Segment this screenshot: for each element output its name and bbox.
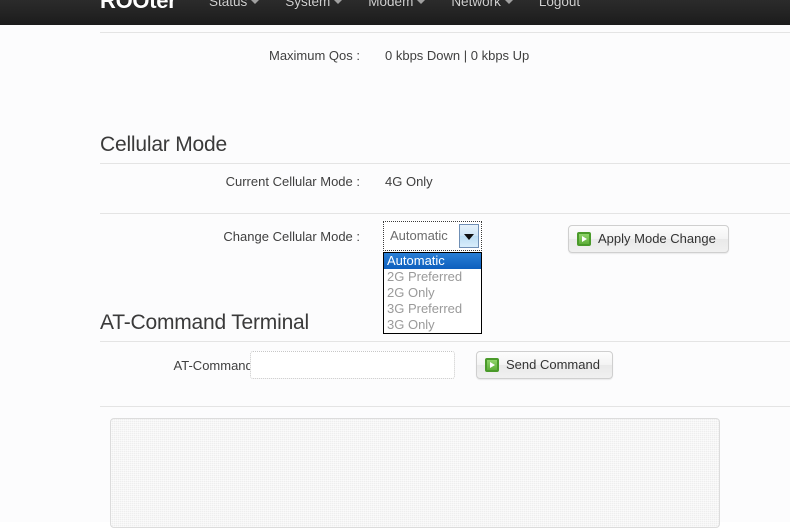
brand-logo[interactable]: ROOter	[100, 0, 177, 12]
at-command-input[interactable]	[250, 351, 455, 379]
nav-label-status: Status	[209, 0, 248, 9]
nav-label-system: System	[285, 0, 331, 9]
send-command-button[interactable]: Send Command	[476, 351, 613, 379]
divider-cellular-mode	[100, 163, 790, 164]
triangle-down-icon	[464, 234, 474, 240]
go-arrow-icon	[485, 358, 499, 372]
cellular-mode-select-box[interactable]: Automatic	[382, 220, 483, 252]
option-3g-only[interactable]: 3G Only	[384, 317, 481, 333]
option-2g-preferred[interactable]: 2G Preferred	[384, 269, 481, 285]
go-arrow-icon	[577, 232, 591, 246]
label-change-cellular-mode: Change Cellular Mode :	[223, 229, 360, 244]
option-2g-only[interactable]: 2G Only	[384, 285, 481, 301]
label-at-command: AT-Command :	[173, 358, 260, 373]
chevron-down-icon	[251, 0, 260, 4]
nav-label-logout: Logout	[538, 0, 581, 9]
nav-item-system[interactable]: System	[272, 0, 355, 14]
select-dropdown-button[interactable]	[459, 224, 479, 248]
nav-label-modem: Modem	[368, 0, 414, 9]
value-current-cellular-mode: 4G Only	[385, 174, 433, 189]
navbar-inner: ROOter Status System Modem Network Logou…	[0, 0, 790, 25]
divider-top	[100, 32, 790, 33]
chevron-down-icon	[504, 0, 513, 4]
option-3g-preferred[interactable]: 3G Preferred	[384, 301, 481, 317]
divider-at-command-terminal	[100, 341, 790, 342]
row-current-cellular-mode: Current Cellular Mode : 4G Only	[100, 171, 790, 197]
chevron-down-icon	[417, 0, 426, 4]
nav-item-modem[interactable]: Modem	[355, 0, 438, 14]
divider-change-cellular-mode	[100, 213, 790, 214]
page-content: Maximum Qos : 0 kbps Down | 0 kbps Up Ce…	[0, 25, 790, 528]
main-navigation: Status System Modem Network Logout	[196, 0, 593, 14]
row-maximum-qos: Maximum Qos : 0 kbps Down | 0 kbps Up	[100, 45, 790, 71]
label-maximum-qos: Maximum Qos :	[268, 48, 360, 63]
label-current-cellular-mode: Current Cellular Mode :	[225, 174, 360, 189]
option-automatic[interactable]: Automatic	[384, 253, 481, 269]
chevron-down-icon	[334, 0, 343, 4]
cellular-mode-selected-value: Automatic	[390, 228, 448, 243]
nav-link-network[interactable]: Network	[438, 0, 526, 14]
nav-label-network: Network	[451, 0, 501, 9]
cellular-mode-select[interactable]: Automatic Automatic 2G Preferred 2G Only…	[382, 220, 483, 334]
nav-link-logout[interactable]: Logout	[526, 0, 593, 14]
nav-link-status[interactable]: Status	[196, 0, 272, 14]
cellular-mode-option-list[interactable]: Automatic 2G Preferred 2G Only 3G Prefer…	[383, 252, 482, 334]
value-maximum-qos: 0 kbps Down | 0 kbps Up	[385, 48, 530, 63]
nav-link-modem[interactable]: Modem	[355, 0, 438, 14]
section-title-at-command-terminal: AT-Command Terminal	[100, 311, 309, 334]
apply-mode-change-button[interactable]: Apply Mode Change	[568, 225, 729, 253]
apply-mode-change-label: Apply Mode Change	[598, 231, 716, 246]
at-command-output[interactable]	[110, 418, 720, 528]
nav-item-logout[interactable]: Logout	[526, 0, 593, 14]
send-command-label: Send Command	[506, 357, 600, 372]
nav-item-network[interactable]: Network	[438, 0, 526, 14]
section-title-cellular-mode: Cellular Mode	[100, 133, 227, 156]
top-navbar: ROOter Status System Modem Network Logou…	[0, 0, 790, 25]
divider-terminal-output	[100, 406, 790, 407]
nav-link-system[interactable]: System	[272, 0, 355, 14]
nav-item-status[interactable]: Status	[196, 0, 272, 14]
